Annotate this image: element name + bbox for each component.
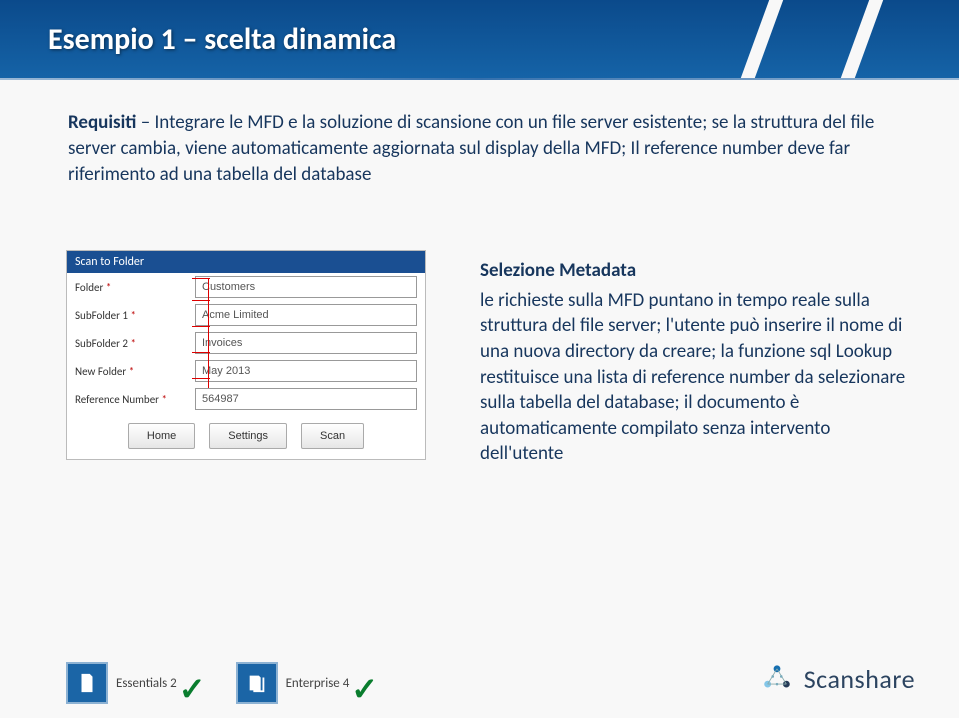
badge-enterprise: Enterprise 4 ✓ <box>236 662 385 704</box>
callout-line <box>192 378 210 379</box>
mfd-label-ref: Reference Number * <box>75 393 195 406</box>
mfd-row-subfolder2: SubFolder 2 * <box>67 329 425 357</box>
folder-input[interactable] <box>195 276 417 298</box>
mfd-label-new: New Folder * <box>75 365 195 378</box>
mfd-label-folder: Folder * <box>75 281 195 294</box>
explain-block: Selezione Metadata le richieste sulla MF… <box>480 258 911 467</box>
badge-label: Enterprise 4 <box>286 676 350 691</box>
subfolder2-input[interactable] <box>195 332 417 354</box>
callout-line <box>208 278 209 388</box>
check-icon: ✓ <box>351 670 378 709</box>
home-button[interactable]: Home <box>128 423 195 449</box>
mfd-row-newfolder: New Folder * <box>67 357 425 385</box>
header-decor <box>841 0 883 78</box>
mfd-panel: Scan to Folder Folder * SubFolder 1 * Su… <box>66 250 426 460</box>
scan-button[interactable]: Scan <box>301 423 364 449</box>
requisiti-paragraph: Requisiti – Integrare le MFD e la soluzi… <box>68 110 899 189</box>
callout-line <box>192 300 210 301</box>
requisiti-text: – Integrare le MFD e la soluzione di sca… <box>68 111 874 186</box>
scanshare-logo-icon <box>760 662 794 696</box>
scanshare-logo: Scanshare <box>760 662 915 696</box>
slide-title: Esempio 1 – scelta dinamica <box>48 21 396 58</box>
document-icon <box>66 662 108 704</box>
callout-line <box>192 352 210 353</box>
title-rule <box>0 78 959 80</box>
requisiti-label: Requisiti <box>68 111 136 134</box>
subfolder1-input[interactable] <box>195 304 417 326</box>
scanshare-logo-text: Scanshare <box>804 663 915 695</box>
product-badges: Essentials 2 ✓ Enterprise 4 ✓ <box>66 662 384 704</box>
mfd-label-sub2: SubFolder 2 * <box>75 337 195 350</box>
document-stack-icon <box>236 662 278 704</box>
settings-button[interactable]: Settings <box>209 423 287 449</box>
newfolder-input[interactable] <box>195 360 417 382</box>
mfd-buttons: Home Settings Scan <box>67 413 425 459</box>
explain-heading: Selezione Metadata <box>480 258 911 284</box>
mfd-row-refnum: Reference Number * <box>67 385 425 413</box>
slide-title-bar: Esempio 1 – scelta dinamica <box>0 0 959 78</box>
badge-label: Essentials 2 <box>116 676 177 691</box>
refnum-input[interactable] <box>195 388 417 410</box>
mfd-row-folder: Folder * <box>67 273 425 301</box>
badge-essentials: Essentials 2 ✓ <box>66 662 212 704</box>
header-decor <box>741 0 783 78</box>
explain-body: le richieste sulla MFD puntano in tempo … <box>480 289 905 466</box>
mfd-row-subfolder1: SubFolder 1 * <box>67 301 425 329</box>
check-icon: ✓ <box>179 670 206 709</box>
mfd-label-sub1: SubFolder 1 * <box>75 309 195 322</box>
callout-line <box>192 326 210 327</box>
mfd-header: Scan to Folder <box>67 251 425 273</box>
